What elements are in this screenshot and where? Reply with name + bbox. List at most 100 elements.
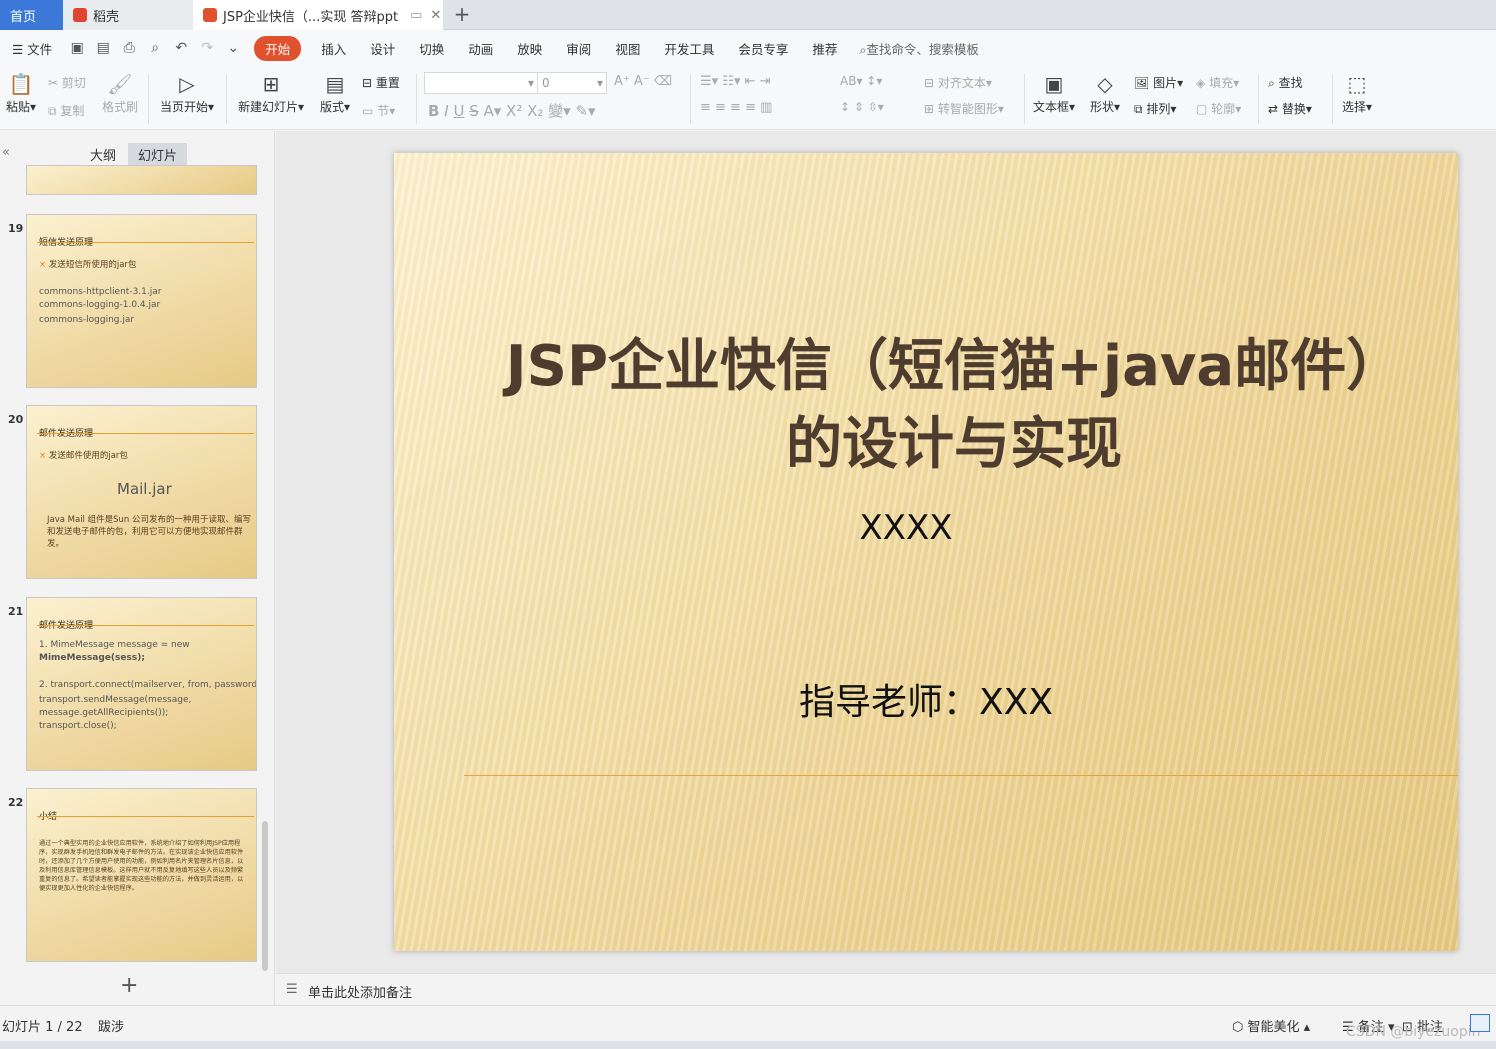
line-spacing-tools[interactable]: ↕ ⇕ ⇳▾ [840,100,884,114]
menu-tab-developer[interactable]: 开发工具 [652,39,726,58]
undo-icon[interactable]: ↶ [173,40,189,56]
tab-slides[interactable]: 幻灯片 [128,143,188,166]
theme-name[interactable]: 跋涉 [98,1016,124,1035]
cut-button[interactable]: ✂ 剪切 [48,74,86,91]
align-text-label: 对齐文本 [937,76,986,90]
outline-button[interactable]: ▢ 轮廓▾ [1196,100,1241,117]
replace-button[interactable]: ⇄ 替换▾ [1268,100,1312,117]
slide-author[interactable]: XXXX [394,508,1418,548]
save-icon[interactable]: ▣ [69,40,85,56]
export-pdf-icon[interactable]: ▤ [95,40,111,56]
list-tools[interactable]: ☰▾ ☷▾ ⇤ ⇥ [700,74,771,89]
thumb-line: 2. transport.connect(mailserver, from, p… [39,680,257,690]
paste-label: 粘贴 [5,100,30,114]
fill-button[interactable]: ◈ 填充▾ [1196,74,1239,91]
thumb-big-text: Mail.jar [117,480,172,498]
menu-tab-member[interactable]: 会员专享 [726,39,800,58]
slide-thumbnail-18[interactable] [26,165,257,195]
notes-pane[interactable]: ☰ 单击此处添加备注 [276,973,1496,1005]
print-icon[interactable]: ⎙ [121,40,137,56]
play-icon: ▷ [179,72,195,96]
from-current-label: 当页开始 [159,100,208,114]
slide-divider [464,775,1458,776]
align-text-button[interactable]: ⊟ 对齐文本▾ [924,74,992,91]
menu-tab-transition[interactable]: 切换 [407,39,456,58]
tab-document-label: JSP企业快信（...实现 答辩ppt [223,9,399,25]
beautify-button[interactable]: ⬡ 智能美化 ▴ [1232,1016,1310,1035]
thumb-line: MimeMessage(sess); [39,653,145,663]
slide-advisor[interactable]: 指导老师：XXX [394,673,1458,725]
panel-scrollbar[interactable] [262,821,268,971]
thumb-bullet: × 发送短信所使用的jar包 [39,260,137,270]
slide-number: 22 [8,796,24,809]
tab-daoke[interactable]: 稻壳 [63,0,193,30]
collapse-panel-icon[interactable]: « [2,145,10,160]
paragraph-align-tools[interactable]: ≡ ≡ ≡ ≡ ▥ [700,100,772,115]
command-search[interactable]: ⌕查找命令、搜索模板 [859,39,979,58]
from-current-button[interactable]: ▷ 当页开始▾ [156,70,218,115]
font-size-select[interactable]: 0 ▾ [537,72,607,94]
new-slide-button[interactable]: ⊞ 新建幻灯片▾ [234,70,308,115]
menu-tab-recommend[interactable]: 推荐 [800,39,849,58]
menu-tab-view[interactable]: 视图 [603,39,652,58]
reset-button[interactable]: ⊟ 重置 [362,74,400,91]
slide-thumbnail-20[interactable]: 邮件发送原理 × 发送邮件使用的jar包 Mail.jar Java Mail … [26,405,257,579]
smart-art-icon: ⊞ [924,102,935,116]
menu-tab-slideshow[interactable]: 放映 [505,39,554,58]
add-slide-button[interactable]: + [120,973,138,998]
paste-button[interactable]: 📋 粘贴▾ [4,70,38,115]
menu-tab-design[interactable]: 设计 [358,39,407,58]
font-style-tools[interactable]: B I U S A▾ X² X₂ 變▾ ✎▾ [428,100,596,121]
float-window-icon[interactable]: ▭ [410,8,422,23]
layout-icon: ▤ [325,72,345,96]
font-size-tools[interactable]: A⁺ A⁻ ⌫ [614,74,672,89]
file-menu[interactable]: ☰ 文件 [0,39,64,58]
slide-thumbnail-22[interactable]: 小结 通过一个典型实用的企业快信应用软件，系统地介绍了如何利用JSP应用程序，实… [26,788,257,962]
new-tab-button[interactable]: + [450,2,474,26]
reset-icon: ⊟ [362,76,373,90]
menu-tab-animation[interactable]: 动画 [456,39,505,58]
select-button[interactable]: ⬚ 选择▾ [1338,70,1376,115]
thumb-line: commons-logging-1.0.4.jar [39,300,161,310]
picture-button[interactable]: 🖼 图片▾ [1134,74,1183,91]
thumb-line: commons-logging.jar [39,315,135,325]
tab-document[interactable]: JSP企业快信（...实现 答辩ppt ▭ ✕ [193,0,443,30]
thumb-line: message.getAllRecipients()); [39,708,169,718]
thumb-line: transport.sendMessage(message, [39,695,192,705]
text-direction-tools[interactable]: AB▾ ↕▾ [840,74,882,88]
slide-title[interactable]: JSP企业快信（短信猫+java邮件） 的设计与实现 [434,328,1458,484]
redo-icon[interactable]: ↷ [199,40,215,56]
slide-panel: « 大纲 幻灯片 19 短信发送原理 × 发送短信所使用的jar包 common… [0,131,275,1005]
textbox-button[interactable]: ▣ 文本框▾ [1030,70,1078,115]
arrange-button[interactable]: ⧉ 排列▾ [1134,100,1176,117]
fill-icon: ◈ [1196,76,1206,90]
quick-access-dropdown-icon[interactable]: ⌄ [225,40,241,56]
tab-outline[interactable]: 大纲 [80,143,126,166]
font-size-value: 0 [542,76,550,90]
shape-button[interactable]: ◇ 形状▾ [1086,70,1124,115]
section-button[interactable]: ▭ 节▾ [362,102,395,119]
menu-tab-start[interactable]: 开始 [254,35,302,61]
chevron-down-icon: ▾ [527,76,534,90]
smart-art-button[interactable]: ⊞ 转智能图形▾ [924,100,1004,117]
menu-tab-review[interactable]: 审阅 [554,39,603,58]
normal-view-icon[interactable] [1470,1014,1490,1032]
close-tab-icon[interactable]: ✕ [430,8,441,23]
font-name-select[interactable]: ▾ [424,72,538,94]
find-button[interactable]: ⌕ 查找 [1268,74,1303,91]
tab-home[interactable]: 首页 [0,0,63,30]
menu-tab-insert[interactable]: 插入 [309,39,358,58]
arrange-label: 排列 [1146,102,1171,116]
section-label: 节 [377,104,390,118]
current-slide[interactable]: JSP企业快信（短信猫+java邮件） 的设计与实现 XXXX 指导老师：XXX [394,153,1458,951]
print-preview-icon[interactable]: ⌕ [147,40,163,56]
slide-thumbnail-21[interactable]: 邮件发送原理 1. MimeMessage message = new Mime… [26,597,257,771]
command-search-label: 查找命令、搜索模板 [866,41,979,57]
format-painter-button[interactable]: 🖌 格式刷 [100,70,140,115]
outline-label: 轮廓 [1211,102,1236,116]
slide-canvas: JSP企业快信（短信猫+java邮件） 的设计与实现 XXXX 指导老师：XXX [276,131,1496,973]
slide-thumbnail-19[interactable]: 短信发送原理 × 发送短信所使用的jar包 commons-httpclient… [26,214,257,388]
copy-button[interactable]: ⧉ 复制 [48,102,84,119]
layout-button[interactable]: ▤ 版式▾ [314,70,356,115]
beautify-icon: ⬡ [1232,1020,1248,1035]
